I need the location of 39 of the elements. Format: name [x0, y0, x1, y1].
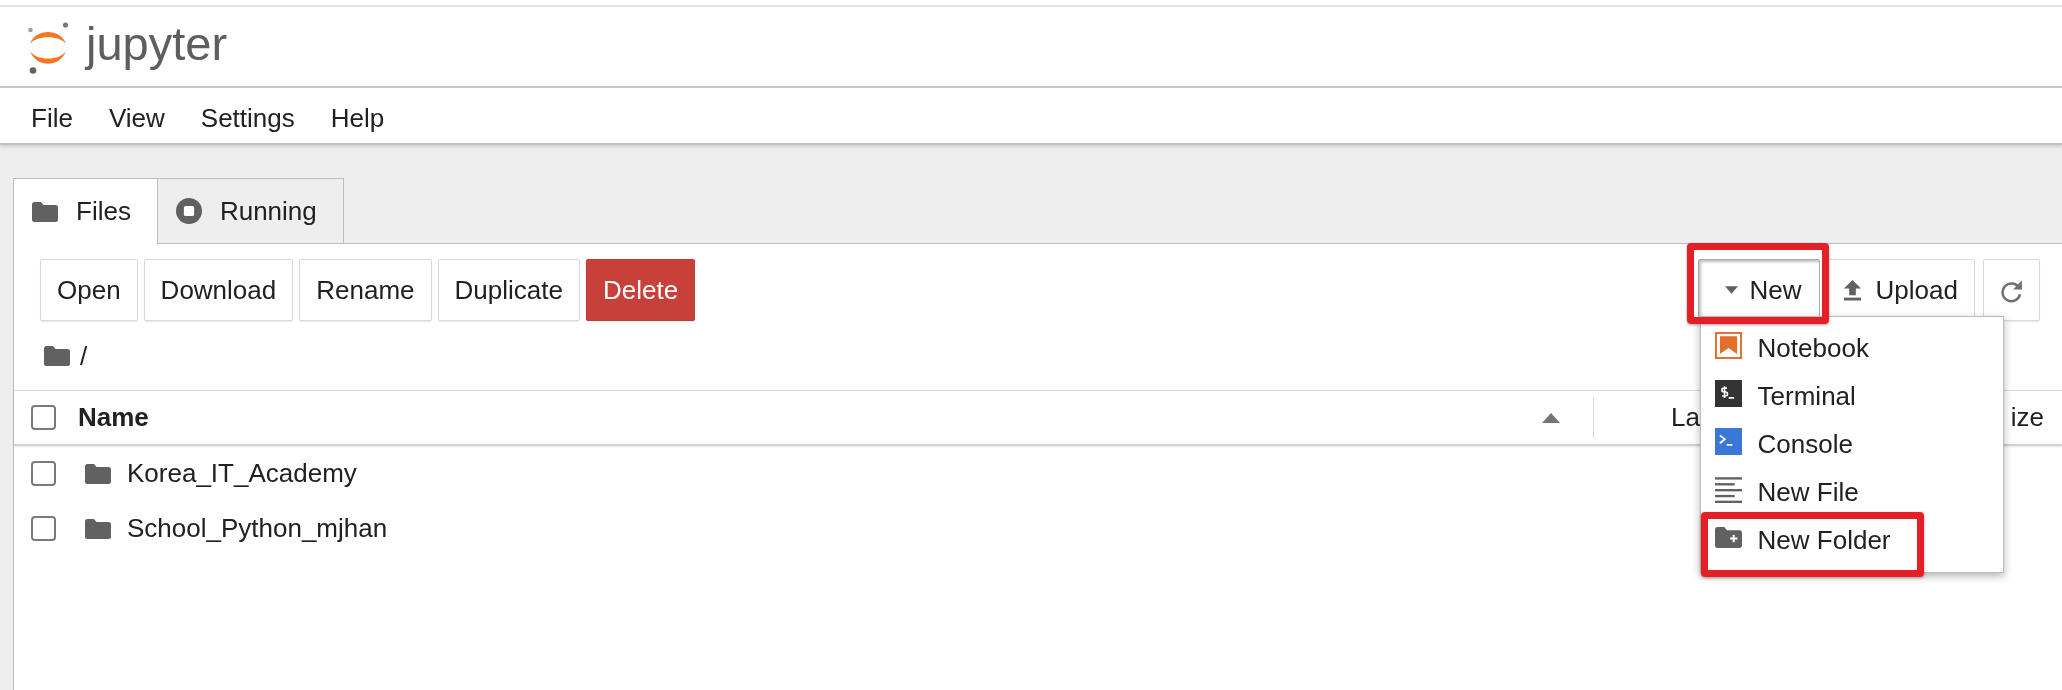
menu-item[interactable]: Settings: [182, 88, 313, 143]
select-all-checkbox[interactable]: [31, 405, 56, 430]
menu-item[interactable]: File: [13, 88, 91, 143]
column-header[interactable]: Name: [78, 391, 1593, 444]
caret-down-icon: [1724, 286, 1738, 294]
menu-item[interactable]: Terminal: [1700, 372, 1886, 420]
menu-item[interactable]: New File: [1700, 468, 1889, 516]
menu-item[interactable]: View: [90, 88, 183, 143]
menu-item[interactable]: New Folder: [1700, 516, 1921, 564]
breadcrumb-path[interactable]: /: [80, 340, 88, 372]
toolbar-button[interactable]: Rename: [299, 259, 432, 321]
upload-icon: [1842, 279, 1862, 301]
delete-button[interactable]: Delete: [585, 259, 696, 321]
command-prompt-icon: [1714, 427, 1742, 455]
folder-icon: [85, 463, 111, 484]
bookmark-icon: [1714, 331, 1742, 359]
row-checkbox[interactable]: [31, 461, 56, 486]
sidebar-tab[interactable]: Files: [13, 178, 158, 244]
toolbar-button[interactable]: Open: [40, 259, 138, 321]
terminal-icon: [1714, 379, 1742, 407]
sort-caret-icon: [1542, 412, 1560, 423]
column-header[interactable]: ize: [2006, 391, 2062, 444]
toolbar-button[interactable]: Duplicate: [437, 259, 580, 321]
folder-plus-icon: [1714, 526, 1742, 548]
menu-item[interactable]: Console: [1700, 420, 1883, 468]
menu-item[interactable]: Notebook: [1700, 324, 1899, 372]
stop-circle-icon: [175, 198, 202, 224]
folder-icon: [44, 346, 70, 366]
menu-item[interactable]: Help: [312, 88, 403, 143]
folder-icon: [85, 518, 111, 539]
folder-name[interactable]: Korea_IT_Academy: [127, 458, 357, 489]
row-checkbox[interactable]: [31, 516, 56, 541]
column-header[interactable]: La: [1594, 391, 1702, 444]
text-lines-icon: [1714, 475, 1742, 503]
refresh-button[interactable]: [1983, 259, 2040, 321]
folder-name[interactable]: School_Python_mjhan: [127, 513, 388, 544]
logo-icon: [27, 21, 69, 74]
sidebar-tab[interactable]: Running: [156, 178, 344, 243]
toolbar-button[interactable]: Download: [143, 259, 294, 321]
